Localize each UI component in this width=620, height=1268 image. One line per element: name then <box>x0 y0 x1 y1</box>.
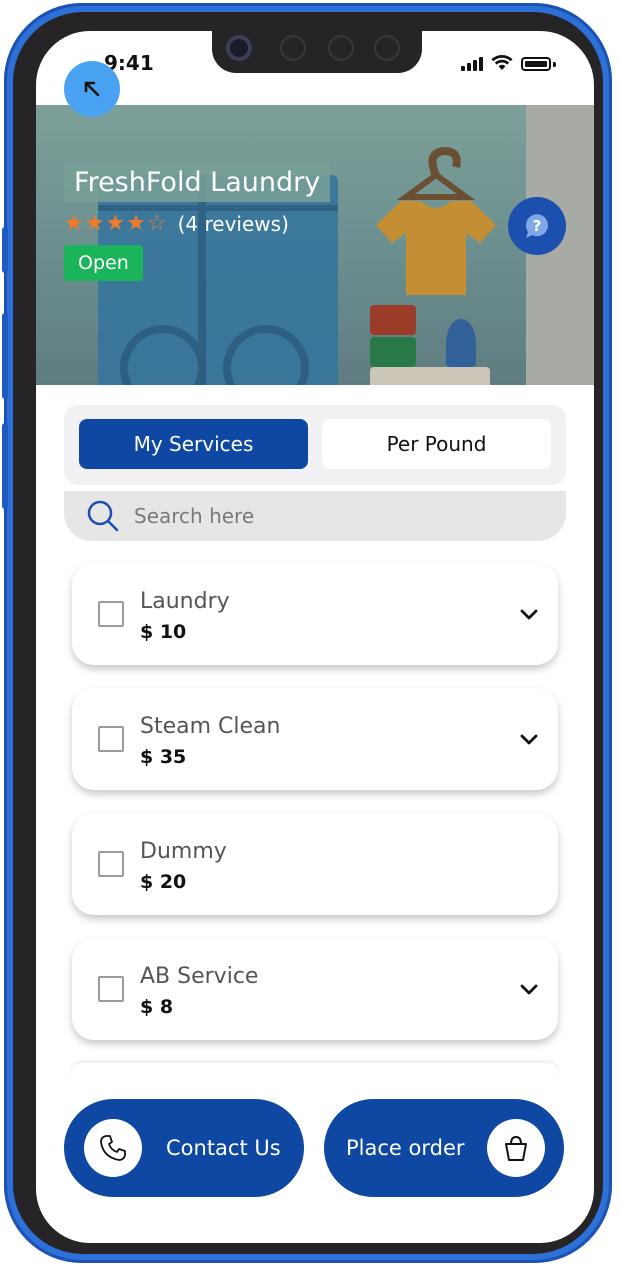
sensor <box>328 35 354 61</box>
side-button <box>2 423 8 509</box>
service-tabs: My Services Per Pound <box>64 405 566 485</box>
help-chat-icon: ? <box>525 214 548 238</box>
service-card-steam-clean[interactable]: Steam Clean $ 35 <box>72 688 558 790</box>
place-order-button[interactable]: Place order <box>324 1099 564 1197</box>
battery-icon <box>521 57 551 71</box>
side-button <box>2 313 8 399</box>
service-card-partial <box>72 1063 558 1083</box>
service-name: Steam Clean <box>140 714 281 739</box>
help-button[interactable]: ? <box>508 197 566 255</box>
status-icons <box>461 55 556 71</box>
wifi-icon <box>491 55 513 70</box>
back-button[interactable] <box>64 61 120 117</box>
open-status-badge: Open <box>64 245 143 281</box>
service-name: AB Service <box>140 964 259 989</box>
service-price: $ 10 <box>140 621 187 643</box>
side-button <box>2 227 8 273</box>
search-bar[interactable]: Search here <box>64 491 566 541</box>
sensor <box>374 35 400 61</box>
service-checkbox[interactable] <box>98 726 124 752</box>
store-title: FreshFold Laundry <box>64 163 331 202</box>
back-arrow-icon <box>84 81 100 97</box>
app-screen: 9:41 FreshFold Laundry ★★★★☆ (4 reviews)… <box>36 31 594 1243</box>
shopping-bag-icon <box>504 1135 527 1161</box>
service-name: Laundry <box>140 589 230 614</box>
search-icon <box>87 500 119 532</box>
star-rating: ★★★★☆ <box>64 211 168 236</box>
contact-us-button[interactable]: Contact Us <box>64 1099 304 1197</box>
tab-my-services[interactable]: My Services <box>79 419 308 469</box>
service-checkbox[interactable] <box>98 601 124 627</box>
phone-icon-circle <box>84 1119 142 1177</box>
svg-text:?: ? <box>533 217 542 235</box>
camera <box>226 35 252 61</box>
bag-icon-circle <box>486 1119 545 1177</box>
phone-icon <box>100 1135 126 1161</box>
service-name: Dummy <box>140 839 227 864</box>
service-checkbox[interactable] <box>98 851 124 877</box>
contact-us-label: Contact Us <box>166 1136 281 1160</box>
service-price: $ 8 <box>140 996 174 1018</box>
cellular-signal-icon <box>461 57 483 71</box>
sensor <box>280 35 306 61</box>
place-order-label: Place order <box>346 1136 465 1160</box>
rating-row: ★★★★☆ (4 reviews) <box>64 211 289 236</box>
chevron-down-icon[interactable] <box>518 728 540 750</box>
chevron-down-icon[interactable] <box>518 978 540 1000</box>
battery-tip <box>553 62 556 67</box>
service-price: $ 35 <box>140 746 187 768</box>
service-card-laundry[interactable]: Laundry $ 10 <box>72 563 558 665</box>
service-checkbox[interactable] <box>98 976 124 1002</box>
services-list: Laundry $ 10 Steam Clean $ 35 Dummy $ 20… <box>72 563 558 1106</box>
notch <box>212 31 422 73</box>
tab-per-pound[interactable]: Per Pound <box>322 419 551 469</box>
service-price: $ 20 <box>140 871 187 893</box>
search-input[interactable]: Search here <box>134 504 254 528</box>
review-count[interactable]: (4 reviews) <box>178 212 289 236</box>
phone-frame: 9:41 FreshFold Laundry ★★★★☆ (4 reviews)… <box>2 3 612 1263</box>
service-card-dummy[interactable]: Dummy $ 20 <box>72 813 558 915</box>
service-card-ab-service[interactable]: AB Service $ 8 <box>72 938 558 1040</box>
chevron-down-icon[interactable] <box>518 603 540 625</box>
